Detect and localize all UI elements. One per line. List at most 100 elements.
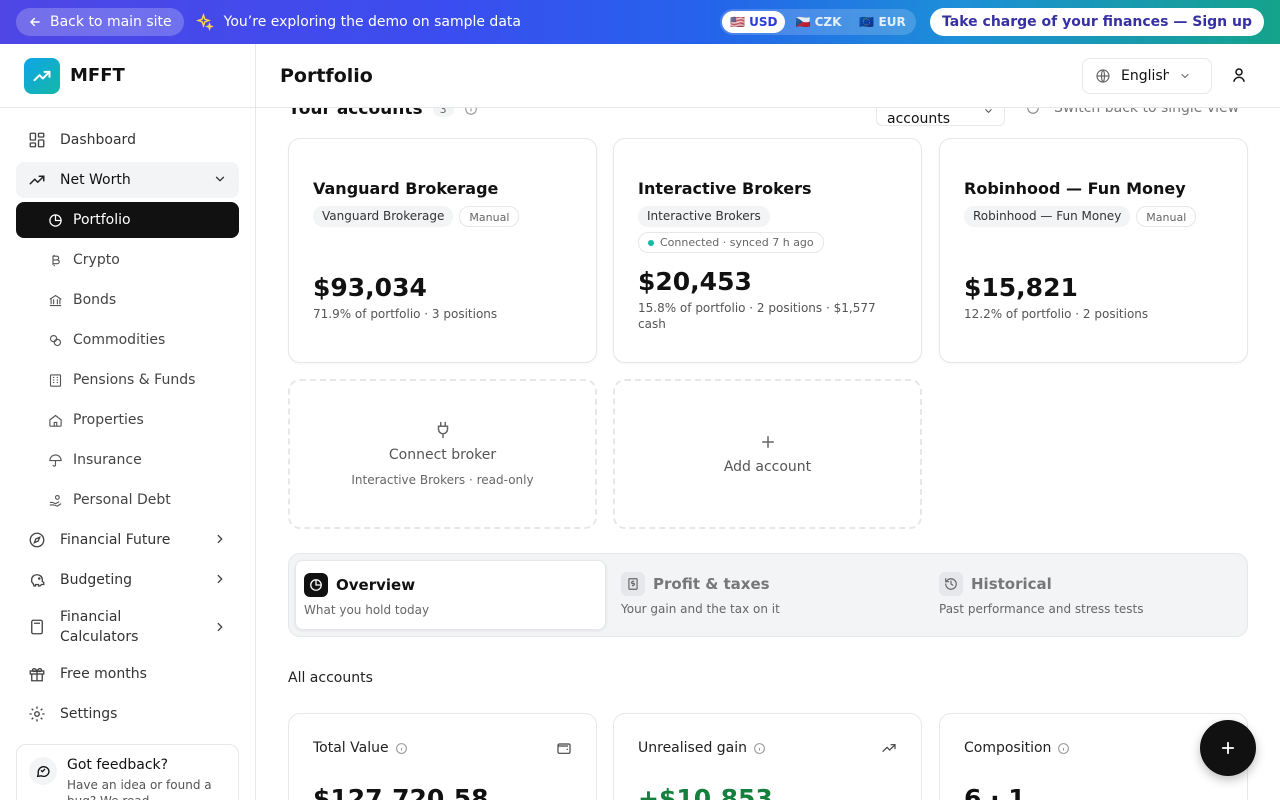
back-label: Back to main site	[50, 14, 172, 30]
sidebar-item-dashboard[interactable]: Dashboard	[16, 122, 239, 158]
currency-usd[interactable]: 🇺🇸 USD	[722, 11, 786, 33]
sidebar-item-free-months[interactable]: Free months	[16, 656, 239, 692]
sidebar-item-portfolio[interactable]: Portfolio	[16, 202, 239, 238]
sidebar-sub-label: Bonds	[73, 292, 117, 308]
chevron-down-icon	[215, 176, 225, 182]
account-name: Interactive Brokers	[638, 179, 812, 198]
accounts-count-badge: 3	[432, 108, 454, 117]
tab-label: Historical	[971, 575, 1052, 593]
tab-profit-taxes[interactable]: Profit & taxes Your gain and the tax on …	[613, 560, 923, 630]
feedback-subtitle: Have an idea or found a bug? We read	[67, 778, 212, 800]
account-card-vanguard[interactable]: Vanguard Brokerage Vanguard Brokerage Ma…	[288, 138, 597, 363]
connection-status-text: Connected · synced 7 h ago	[660, 236, 814, 249]
calculator-icon	[31, 619, 43, 635]
currency-czk[interactable]: 🇨🇿 CZK	[787, 11, 849, 33]
sidebar-item-commodities[interactable]: Commodities	[16, 322, 239, 358]
sidebar-item-personal-debt[interactable]: Personal Debt	[16, 482, 239, 518]
trending-up-icon	[882, 744, 896, 752]
sidebar-item-net-worth[interactable]: Net Worth	[16, 162, 239, 198]
sidebar-item-budgeting[interactable]: Budgeting	[16, 562, 239, 598]
sidebar-sub-label: Portfolio	[73, 212, 131, 228]
signup-button[interactable]: Take charge of your finances — Sign up	[930, 8, 1264, 36]
back-to-main-site-button[interactable]: Back to main site	[16, 8, 184, 36]
sidebar-item-label: Settings	[60, 706, 118, 722]
sidebar-item-crypto[interactable]: Crypto	[16, 242, 239, 278]
accounts-filter-select[interactable]: All accounts	[876, 108, 1005, 127]
sidebar-sub-label: Pensions & Funds	[73, 372, 196, 388]
demo-message: You’re exploring the demo on sample data	[195, 13, 521, 31]
language-value: English	[1121, 68, 1169, 84]
sidebar-item-label: Financial Future	[60, 532, 171, 548]
trending-up-icon	[29, 175, 45, 185]
switch-view-button[interactable]: Switch back to single view	[1026, 108, 1239, 116]
feedback-title: Got feedback?	[67, 757, 169, 773]
building-icon	[49, 373, 62, 387]
switch-view-label: Switch back to single view	[1054, 108, 1240, 116]
accounts-filter-value: All accounts	[887, 108, 951, 127]
account-card-robinhood[interactable]: Robinhood — Fun Money Robinhood — Fun Mo…	[939, 138, 1248, 363]
connect-broker-subtitle: Interactive Brokers · read-only	[351, 473, 534, 487]
sidebar-item-label: Net Worth	[60, 172, 131, 188]
tab-description: What you hold today	[304, 603, 430, 617]
account-subtitle: 71.9% of portfolio · 3 positions	[313, 307, 498, 321]
portfolio-tabs: Overview What you hold today Profit & ta…	[288, 553, 1248, 637]
sidebar: MFFT Dashboard Net Worth Portfolio Crypt…	[0, 44, 256, 800]
tab-description: Your gain and the tax on it	[621, 602, 780, 616]
connect-broker-title: Connect broker	[388, 447, 497, 463]
page-title: Portfolio	[280, 64, 373, 87]
brand-name: MFFT	[70, 65, 125, 86]
feedback-card[interactable]: Got feedback? Have an idea or found a bu…	[16, 744, 239, 800]
page-header: Portfolio English	[256, 44, 1280, 108]
info-icon[interactable]	[753, 742, 766, 755]
stat-value: +$10,853	[638, 784, 773, 800]
sidebar-sub-label: Insurance	[73, 452, 142, 468]
main-content: Your accounts 3 All accounts Switch back…	[256, 108, 1280, 800]
info-icon[interactable]	[395, 742, 408, 755]
tab-overview[interactable]: Overview What you hold today	[295, 560, 606, 630]
accounts-title: Your accounts	[288, 108, 423, 119]
account-broker-chip: Vanguard Brokerage	[313, 206, 454, 227]
sparkles-icon	[195, 13, 214, 31]
chevron-right-icon	[217, 534, 223, 544]
sidebar-item-bonds[interactable]: Bonds	[16, 282, 239, 318]
receipt-icon	[621, 572, 645, 596]
sidebar-item-label: Dashboard	[60, 132, 136, 148]
brand[interactable]: MFFT	[0, 44, 255, 108]
sidebar-item-pensions[interactable]: Pensions & Funds	[16, 362, 239, 398]
arrow-left-icon	[29, 17, 40, 27]
account-value: $15,821	[964, 273, 1078, 302]
info-icon[interactable]	[464, 108, 478, 116]
add-account-card[interactable]: Add account	[613, 379, 922, 529]
stat-label: Composition	[964, 740, 1052, 756]
sidebar-item-financial-calculators[interactable]: Financial Calculators	[16, 602, 239, 652]
chevron-down-icon	[1181, 73, 1189, 79]
account-card-interactive-brokers[interactable]: Interactive Brokers Interactive Brokers …	[613, 138, 922, 363]
connect-broker-card[interactable]: Connect broker Interactive Brokers · rea…	[288, 379, 597, 529]
sidebar-sub-label: Personal Debt	[73, 492, 171, 508]
user-icon[interactable]	[1230, 66, 1248, 84]
sidebar-nav: Dashboard Net Worth Portfolio Crypto Bon…	[0, 108, 255, 732]
hand-coins-icon	[49, 494, 62, 507]
add-floating-button[interactable]	[1200, 720, 1256, 776]
sidebar-item-financial-future[interactable]: Financial Future	[16, 522, 239, 558]
rotate-ccw-icon	[1027, 108, 1039, 114]
stat-card-unrealised-gain: Unrealised gain +$10,853	[613, 713, 922, 800]
sidebar-item-settings[interactable]: Settings	[16, 696, 239, 732]
currency-eur[interactable]: 🇪🇺 EUR	[851, 11, 913, 33]
globe-icon	[1096, 69, 1110, 83]
sidebar-item-label: Financial Calculators	[60, 609, 139, 645]
bank-icon	[49, 294, 62, 306]
language-select[interactable]: English	[1082, 58, 1212, 94]
umbrella-icon	[49, 453, 62, 467]
section-label: All accounts	[288, 670, 373, 686]
sidebar-item-properties[interactable]: Properties	[16, 402, 239, 438]
compass-icon	[29, 532, 45, 548]
history-icon	[939, 572, 963, 596]
connection-status-badge: Connected · synced 7 h ago	[638, 232, 824, 253]
sidebar-item-insurance[interactable]: Insurance	[16, 442, 239, 478]
bitcoin-icon	[52, 254, 60, 266]
tab-description: Past performance and stress tests	[939, 602, 1144, 616]
info-icon[interactable]	[1057, 742, 1070, 755]
stat-label: Unrealised gain	[638, 740, 748, 756]
tab-historical[interactable]: Historical Past performance and stress t…	[931, 560, 1241, 630]
